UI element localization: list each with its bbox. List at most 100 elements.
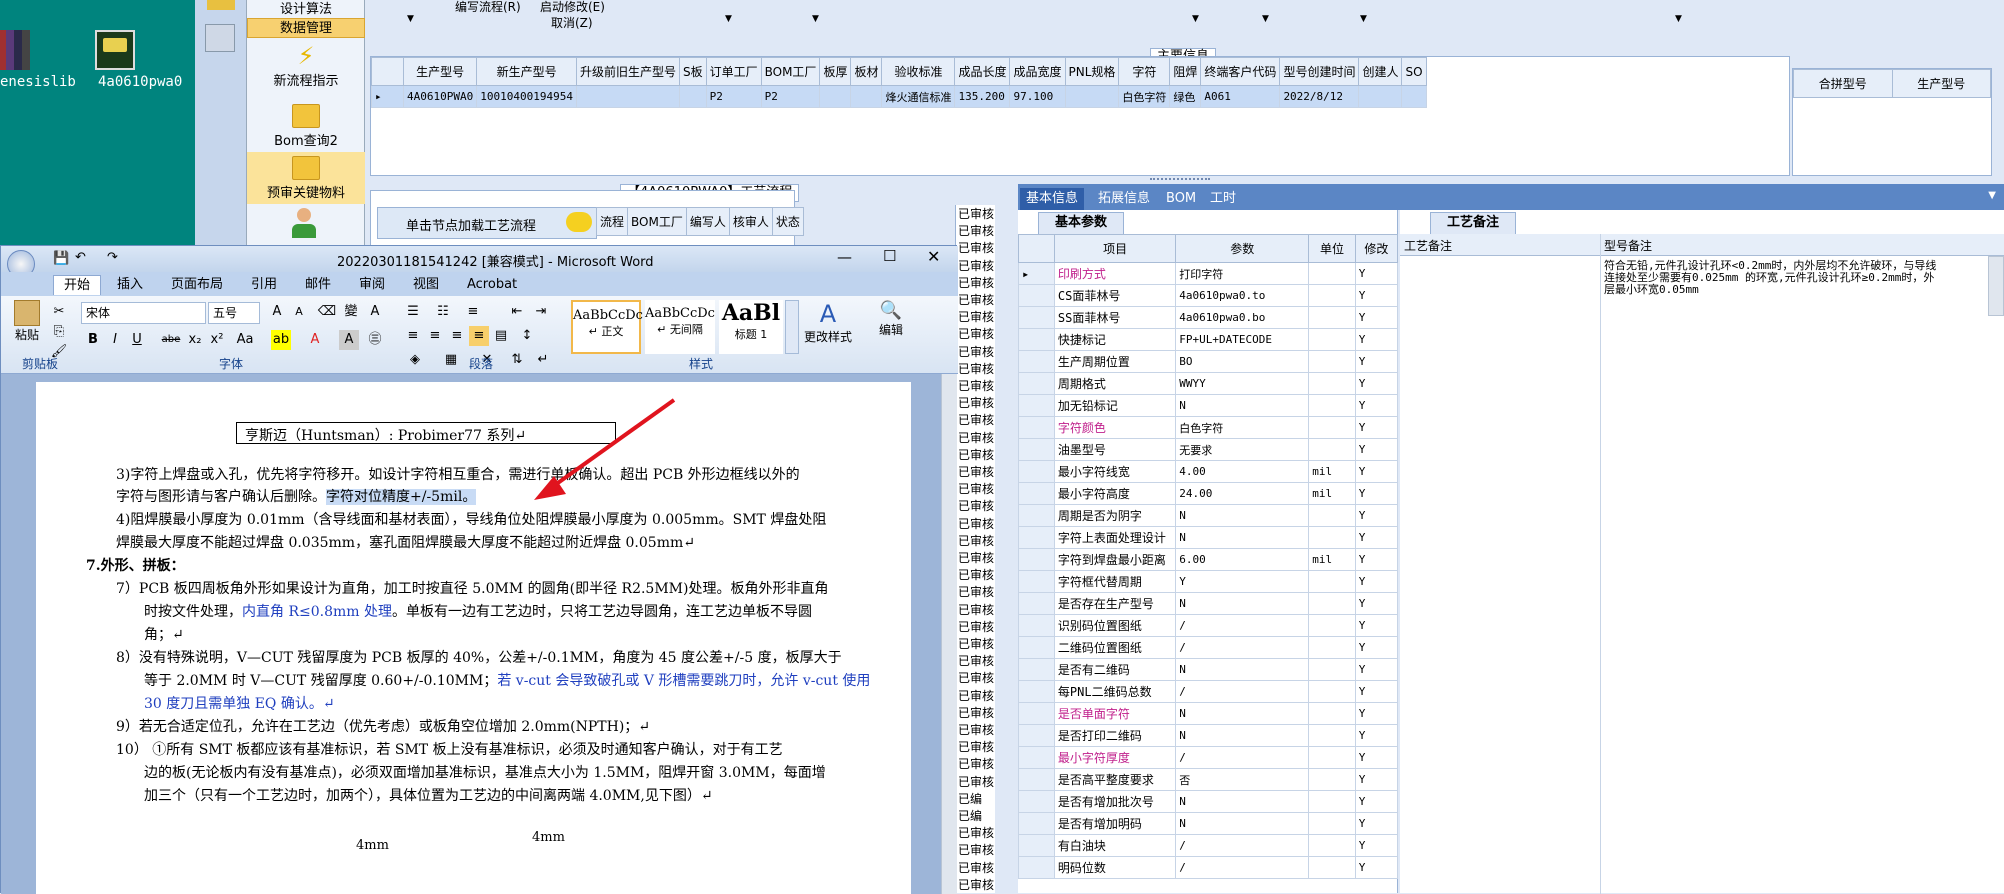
status-cell[interactable]: 已审核 (958, 669, 994, 686)
desktop-icon-label[interactable]: enesislib (0, 74, 76, 90)
table-cell[interactable] (1308, 350, 1356, 373)
table-cell[interactable]: Y (1354, 372, 1399, 395)
table-cell[interactable]: Y (1175, 570, 1310, 593)
table-row[interactable]: 明码位数 / Y (1018, 856, 1399, 879)
table-cell[interactable]: 4a0610pwa0.bo (1175, 306, 1310, 329)
table-cell[interactable]: Y (1354, 746, 1399, 769)
status-cell[interactable]: 已审核 (958, 463, 994, 480)
table-row[interactable]: CS面菲林号 4a0610pwa0.to Y (1018, 284, 1399, 307)
status-cell[interactable]: 已审核 (958, 859, 994, 876)
redo-icon[interactable]: ↷ (107, 250, 118, 265)
line-spacing-icon[interactable]: ↕ (517, 326, 537, 346)
table-row[interactable]: ▸ 印刷方式 打印字符 Y (1018, 262, 1399, 285)
row-indicator[interactable] (1018, 856, 1055, 879)
table-cell[interactable]: mil (1308, 482, 1356, 505)
table-cell[interactable]: CS面菲林号 (1053, 284, 1177, 307)
table-cell[interactable]: 是否有增加明码 (1053, 812, 1177, 835)
table-cell[interactable] (1308, 526, 1356, 549)
distributed-icon[interactable]: ▤ (491, 326, 511, 346)
status-cell[interactable]: 已审核 (958, 841, 994, 858)
ribbon-tab[interactable]: 视图 (403, 275, 449, 295)
ribbon-tab[interactable]: 邮件 (295, 275, 341, 295)
shrink-font-icon[interactable]: A (289, 302, 309, 322)
col-header[interactable]: 板材 (850, 57, 883, 86)
subtab-process-notes[interactable]: 工艺备注 (1430, 212, 1517, 234)
table-row[interactable]: 是否有增加明码 N Y (1018, 812, 1399, 835)
table-cell[interactable]: N (1175, 812, 1310, 835)
row-indicator[interactable] (1018, 548, 1055, 571)
table-cell[interactable]: N (1175, 592, 1310, 615)
phonetic-icon[interactable]: 變 (341, 302, 361, 322)
status-cell[interactable]: 已审核 (958, 394, 994, 411)
row-indicator[interactable]: ▸ (371, 85, 404, 108)
tab-bom[interactable]: BOM (1160, 188, 1202, 210)
chevron-down-icon[interactable]: ▼ (1675, 14, 1682, 24)
table-cell[interactable]: Y (1354, 724, 1399, 747)
table-cell[interactable] (1308, 812, 1356, 835)
table-cell[interactable] (1308, 372, 1356, 395)
row-indicator[interactable] (1018, 372, 1055, 395)
table-cell[interactable]: A061 (1200, 85, 1281, 108)
table-cell[interactable]: N (1175, 702, 1310, 725)
library-icon[interactable] (0, 30, 30, 70)
table-cell[interactable]: / (1175, 614, 1310, 637)
col-header[interactable]: S板 (678, 57, 707, 86)
status-cell[interactable]: 已审核 (958, 618, 994, 635)
close-button[interactable]: ✕ (927, 247, 940, 266)
table-row[interactable]: 是否有增加批次号 N Y (1018, 790, 1399, 813)
tab-basic-info[interactable]: 基本信息 (1020, 188, 1085, 210)
col-header[interactable]: 成品宽度 (1009, 57, 1066, 86)
align-center-icon[interactable]: ≡ (425, 326, 445, 346)
save-icon[interactable]: 💾 (53, 251, 69, 266)
row-indicator[interactable]: ▸ (1018, 262, 1055, 285)
table-row[interactable]: 字符框代替周期 Y Y (1018, 570, 1399, 593)
scrollbar[interactable] (1988, 256, 2004, 316)
align-right-icon[interactable]: ≡ (447, 326, 467, 346)
table-cell[interactable]: 4.00 (1175, 460, 1310, 483)
table-cell[interactable]: Y (1354, 614, 1399, 637)
char-shading-icon[interactable]: A (339, 330, 359, 350)
table-cell[interactable] (1308, 592, 1356, 615)
col-header-unit[interactable]: 单位 (1308, 234, 1356, 263)
table-cell[interactable]: 最小字符线宽 (1053, 460, 1177, 483)
table-cell[interactable] (850, 85, 883, 108)
col-header[interactable]: 编写人 (685, 207, 730, 236)
row-indicator[interactable] (1018, 460, 1055, 483)
table-cell[interactable] (1308, 856, 1356, 879)
pcb-file-icon[interactable] (95, 30, 135, 70)
bullets-icon[interactable]: ☰ (403, 302, 423, 322)
ribbon-tab[interactable]: 引用 (241, 275, 287, 295)
table-cell[interactable] (1358, 85, 1403, 108)
col-header[interactable]: 生产型号 (402, 57, 478, 86)
merge-col-header[interactable]: 生产型号 (1891, 69, 1991, 98)
table-cell[interactable]: Y (1354, 482, 1399, 505)
table-cell[interactable]: 6.00 (1175, 548, 1310, 571)
chevron-down-icon[interactable]: ▼ (812, 14, 819, 24)
grow-font-icon[interactable]: A (267, 302, 287, 322)
table-cell[interactable]: 快捷标记 (1053, 328, 1177, 351)
table-cell[interactable] (678, 85, 707, 108)
table-cell[interactable]: 周期是否为阴字 (1053, 504, 1177, 527)
status-cell[interactable]: 已审核 (958, 411, 994, 428)
table-cell[interactable]: Y (1354, 702, 1399, 725)
status-cell[interactable]: 已审核 (958, 532, 994, 549)
table-cell[interactable]: Y (1354, 768, 1399, 791)
table-cell[interactable] (1308, 768, 1356, 791)
table-cell[interactable] (1308, 262, 1356, 285)
table-cell[interactable]: 加无铅标记 (1053, 394, 1177, 417)
col-header-process-note[interactable]: 工艺备注 (1404, 237, 1452, 254)
table-row[interactable]: 周期是否为阴字 N Y (1018, 504, 1399, 527)
style-normal[interactable]: AaBbCcDc ↵ 正文 (571, 300, 643, 354)
status-cell[interactable]: 已审核 (958, 291, 994, 308)
table-cell[interactable]: N (1175, 724, 1310, 747)
table-row[interactable]: 字符上表面处理设计 N Y (1018, 526, 1399, 549)
table-cell[interactable]: N (1175, 526, 1310, 549)
table-cell[interactable]: Y (1354, 812, 1399, 835)
row-indicator[interactable] (1018, 680, 1055, 703)
chevron-down-icon[interactable]: ▼ (407, 14, 414, 24)
table-cell[interactable]: Y (1354, 350, 1399, 373)
table-cell[interactable]: 烽火通信标准 (881, 85, 956, 108)
underline-icon[interactable]: U (127, 330, 147, 350)
table-cell[interactable]: 是否存在生产型号 (1053, 592, 1177, 615)
superscript-icon[interactable]: x² (207, 330, 227, 350)
